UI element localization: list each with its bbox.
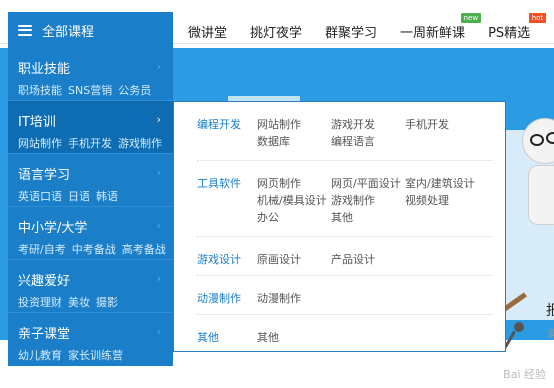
category-sub-link[interactable]: SNS营销 <box>68 82 112 98</box>
category-zhiye[interactable]: 职业技能 › 职场技能 SNS营销 公务员 <box>8 48 173 101</box>
dropdown-link[interactable]: 游戏开发 <box>331 116 405 133</box>
dropdown-link[interactable]: 其他 <box>257 329 331 346</box>
chevron-right-icon: › <box>156 272 161 285</box>
category-title: IT培训 <box>18 115 56 130</box>
category-sub-link[interactable]: 考研/自考 <box>18 241 66 257</box>
category-sub-link[interactable]: 职场技能 <box>18 82 62 98</box>
category-sub-link[interactable]: 中考备战 <box>72 241 116 257</box>
banner-side-text: 报 <box>546 303 554 319</box>
category-parenting[interactable]: 亲子课堂 › 幼儿教育 家长训练营 <box>8 313 173 366</box>
category-language[interactable]: 语言学习 › 英语口语 日语 韩语 <box>8 154 173 207</box>
nav-item-weijiangtang[interactable]: 微讲堂 <box>188 22 227 41</box>
category-sub-link[interactable]: 幼儿教育 <box>18 347 62 363</box>
top-nav: 微讲堂 挑灯夜学 群聚学习 一周新鲜课 new PS精选 hot <box>188 13 553 41</box>
group-title[interactable]: 其他 <box>197 329 219 345</box>
dropdown-group-other: 其他 其他 <box>197 315 493 353</box>
category-dropdown: 编程开发 网站制作 游戏开发 手机开发 数据库 编程语言 工具软件 网页制作 网… <box>173 101 506 352</box>
category-sidebar: 职业技能 › 职场技能 SNS营销 公务员 IT培训 › 网站制作 手机开发 游… <box>8 48 173 366</box>
dropdown-link[interactable]: 其他 <box>331 209 405 226</box>
menu-icon <box>18 24 32 36</box>
group-title[interactable]: 游戏设计 <box>197 251 241 267</box>
category-school[interactable]: 中小学/大学 › 考研/自考 中考备战 高考备战 <box>8 207 173 260</box>
nav-item-yizhouxinxianke[interactable]: 一周新鲜课 new <box>400 13 482 41</box>
dropdown-link[interactable]: 动漫制作 <box>257 290 331 307</box>
chevron-right-icon: › <box>156 219 161 232</box>
category-sub-link[interactable]: 游戏制作 <box>118 135 162 151</box>
dropdown-group-animation: 动漫制作 动漫制作 <box>197 276 493 315</box>
dropdown-link[interactable]: 网站制作 <box>257 116 331 133</box>
dropdown-link[interactable]: 手机开发 <box>405 116 479 133</box>
category-sub-link[interactable]: 家长训练营 <box>68 347 123 363</box>
category-title: 中小学/大学 <box>18 221 88 236</box>
watermark: Bai 经验 <box>503 368 546 381</box>
chevron-right-icon: › <box>156 166 161 179</box>
dropdown-link[interactable]: 视频处理 <box>405 192 479 209</box>
chevron-right-icon: › <box>156 113 161 126</box>
nav-item-ps-jingxuan[interactable]: PS精选 hot <box>488 13 547 41</box>
category-it[interactable]: IT培训 › 网站制作 手机开发 游戏制作 <box>8 101 173 154</box>
category-sub-link[interactable]: 韩语 <box>96 188 118 204</box>
category-sub-link[interactable]: 手机开发 <box>68 135 112 151</box>
all-courses-label: 全部课程 <box>42 24 95 40</box>
chevron-right-icon: › <box>156 60 161 73</box>
category-hobby[interactable]: 兴趣爱好 › 投资理财 美妆 摄影 <box>8 260 173 313</box>
glasses-icon <box>530 134 544 146</box>
dropdown-link[interactable]: 网页/平面设计 <box>331 175 405 192</box>
category-title: 职业技能 <box>18 62 71 77</box>
microphone-icon <box>514 322 524 332</box>
category-sub-link[interactable]: 高考备战 <box>122 241 166 257</box>
nav-label: 微讲堂 <box>188 26 228 41</box>
chevron-right-icon: › <box>156 325 161 338</box>
dropdown-link[interactable]: 游戏制作 <box>331 192 405 209</box>
glasses-icon <box>546 132 554 144</box>
mascot-body <box>528 165 554 225</box>
group-title[interactable]: 动漫制作 <box>197 290 241 306</box>
dropdown-link[interactable]: 产品设计 <box>331 251 405 268</box>
dropdown-group-tools: 工具软件 网页制作 网页/平面设计 室内/建筑设计 机械/模具设计 游戏制作 视… <box>197 161 493 237</box>
nav-item-qunjuxuexi[interactable]: 群聚学习 <box>325 22 377 41</box>
category-title: 兴趣爱好 <box>18 274 71 289</box>
all-courses-button[interactable]: 全部课程 <box>8 12 173 48</box>
dropdown-link[interactable]: 数据库 <box>257 133 331 150</box>
category-sub-link[interactable]: 日语 <box>68 188 90 204</box>
group-title[interactable]: 编程开发 <box>197 116 241 132</box>
new-badge: new <box>460 13 482 23</box>
dropdown-link[interactable]: 原画设计 <box>257 251 331 268</box>
dropdown-link[interactable]: 室内/建筑设计 <box>405 175 479 192</box>
category-sub-link[interactable]: 美妆 <box>68 294 90 310</box>
category-sub-link[interactable]: 英语口语 <box>18 188 62 204</box>
dropdown-link[interactable]: 办公 <box>257 209 331 226</box>
nav-label: 挑灯夜学 <box>250 26 303 41</box>
nav-item-tiaodengyexue[interactable]: 挑灯夜学 <box>250 22 302 41</box>
category-sub-link[interactable]: 公务员 <box>118 82 151 98</box>
dropdown-group-programming: 编程开发 网站制作 游戏开发 手机开发 数据库 编程语言 <box>197 102 493 161</box>
nav-label: PS精选 <box>488 26 531 41</box>
category-sub-link[interactable]: 摄影 <box>96 294 118 310</box>
dropdown-link[interactable]: 网页制作 <box>257 175 331 192</box>
category-sub-link[interactable]: 网站制作 <box>18 135 62 151</box>
dropdown-link[interactable]: 编程语言 <box>331 133 405 150</box>
nav-label: 一周新鲜课 <box>400 26 466 41</box>
dropdown-group-game-design: 游戏设计 原画设计 产品设计 <box>197 237 493 276</box>
category-title: 语言学习 <box>18 168 71 183</box>
hot-badge: hot <box>528 13 547 23</box>
nav-label: 群聚学习 <box>325 26 378 41</box>
category-title: 亲子课堂 <box>18 327 71 342</box>
category-sub-link[interactable]: 投资理财 <box>18 294 62 310</box>
group-title[interactable]: 工具软件 <box>197 175 241 191</box>
banner-side-subtext: 录 <box>547 329 554 340</box>
dropdown-link[interactable]: 机械/模具设计 <box>257 192 331 209</box>
